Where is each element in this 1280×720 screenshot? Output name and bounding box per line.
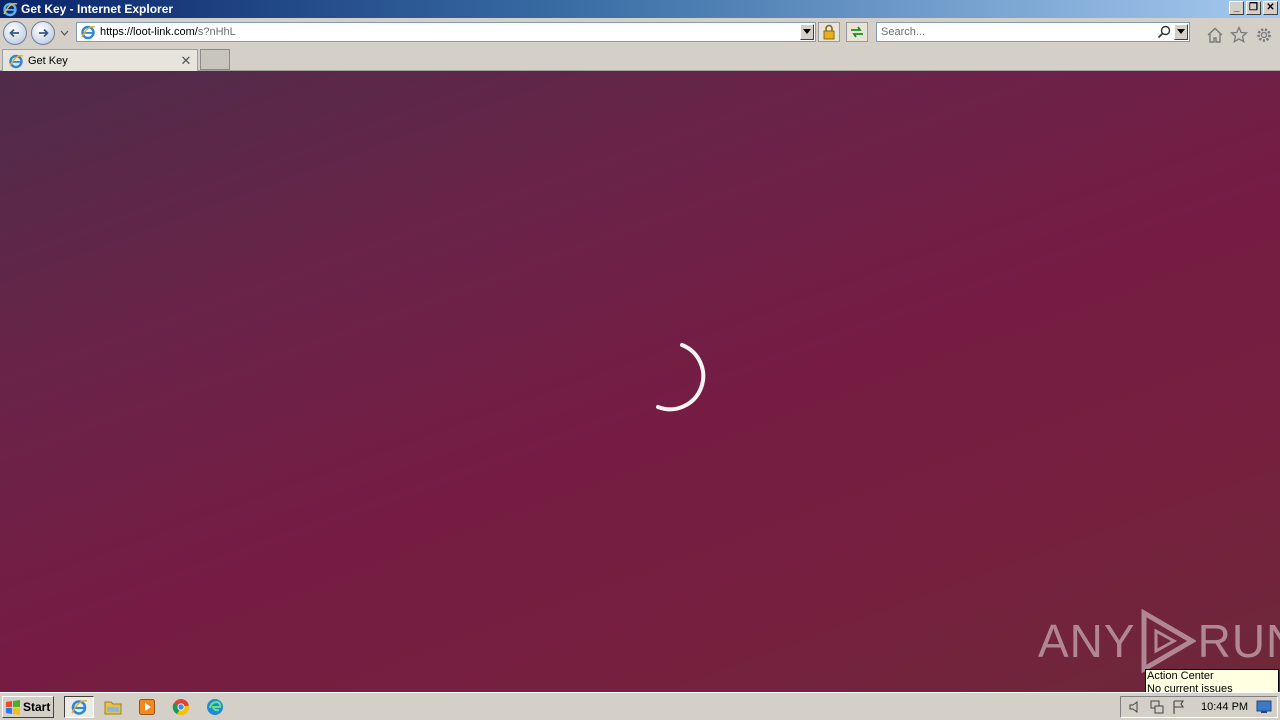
- site-favicon-icon: [81, 25, 96, 40]
- taskbar-internet-explorer[interactable]: [64, 696, 94, 718]
- search-icon[interactable]: [1156, 24, 1172, 40]
- tab-bar: Get Key ✕: [0, 48, 1280, 71]
- tooltip-body: No current issues detected: [1147, 683, 1233, 692]
- edge-icon: [207, 699, 223, 715]
- window-title-bar: Get Key - Internet Explorer _ ❐ ✕: [0, 0, 1280, 18]
- network-icon[interactable]: [1149, 699, 1165, 715]
- internet-explorer-icon: [71, 700, 88, 715]
- show-desktop-icon[interactable]: [1256, 700, 1272, 714]
- internet-explorer-icon: [3, 2, 18, 17]
- compatibility-refresh-button[interactable]: [846, 22, 868, 42]
- navigation-bar: https://loot-link.com/s?nHhL Search...: [0, 18, 1280, 48]
- action-center-flag-icon[interactable]: [1171, 699, 1187, 715]
- search-dropdown-button[interactable]: [1174, 24, 1188, 40]
- chrome-icon: [172, 699, 190, 716]
- lock-icon: [823, 24, 835, 40]
- taskbar-media-player[interactable]: [132, 696, 162, 718]
- minimize-button[interactable]: _: [1229, 1, 1244, 15]
- recent-pages-dropdown-icon[interactable]: [60, 29, 69, 37]
- restore-button[interactable]: ❐: [1246, 1, 1261, 15]
- volume-icon[interactable]: [1127, 699, 1143, 715]
- page-content: ANY RUN Action Center No current issues …: [0, 71, 1280, 692]
- refresh-arrows-icon: [851, 26, 863, 38]
- tooltip-title: Action Center: [1147, 670, 1214, 682]
- close-tab-icon[interactable]: ✕: [179, 53, 193, 68]
- chevron-down-icon: [803, 29, 811, 34]
- windows-flag-icon: [6, 700, 20, 715]
- taskbar: Start 10:44 PM: [0, 692, 1280, 720]
- watermark-text-left: ANY: [1038, 615, 1136, 667]
- tab-label: Get Key: [28, 54, 68, 67]
- clock[interactable]: 10:44 PM: [1201, 701, 1248, 713]
- address-url[interactable]: https://loot-link.com/s?nHhL: [100, 26, 236, 38]
- anyrun-watermark: ANY RUN: [1038, 609, 1280, 673]
- forward-button[interactable]: [31, 21, 55, 45]
- media-player-icon: [139, 699, 155, 715]
- start-button[interactable]: Start: [2, 696, 54, 718]
- system-tray: 10:44 PM: [1120, 696, 1278, 718]
- search-box[interactable]: Search...: [876, 22, 1190, 42]
- security-lock-button[interactable]: [818, 22, 840, 42]
- back-arrow-icon: [9, 28, 19, 38]
- play-triangle-icon: [1141, 609, 1196, 673]
- taskbar-edge[interactable]: [200, 696, 230, 718]
- action-center-tooltip: Action Center No current issues detected: [1145, 669, 1279, 692]
- gear-icon[interactable]: [1255, 26, 1273, 44]
- taskbar-chrome[interactable]: [166, 696, 196, 718]
- search-placeholder[interactable]: Search...: [881, 26, 1156, 38]
- address-bar[interactable]: https://loot-link.com/s?nHhL: [76, 22, 816, 42]
- file-explorer-icon: [104, 701, 122, 715]
- window-title: Get Key - Internet Explorer: [21, 2, 174, 16]
- chevron-down-icon: [1177, 29, 1185, 34]
- new-tab-button[interactable]: [200, 49, 230, 70]
- back-button[interactable]: [3, 21, 27, 45]
- close-window-button[interactable]: ✕: [1263, 1, 1278, 15]
- taskbar-file-explorer[interactable]: [98, 696, 128, 718]
- favorites-star-icon[interactable]: [1230, 26, 1248, 44]
- address-dropdown-button[interactable]: [800, 24, 814, 40]
- forward-arrow-icon: [39, 28, 49, 38]
- tab-get-key[interactable]: Get Key ✕: [2, 49, 198, 71]
- home-icon[interactable]: [1206, 26, 1224, 44]
- start-label: Start: [23, 700, 51, 714]
- site-favicon-icon: [9, 54, 24, 68]
- watermark-text-right: RUN: [1197, 615, 1280, 667]
- loading-spinner-icon: [656, 343, 706, 412]
